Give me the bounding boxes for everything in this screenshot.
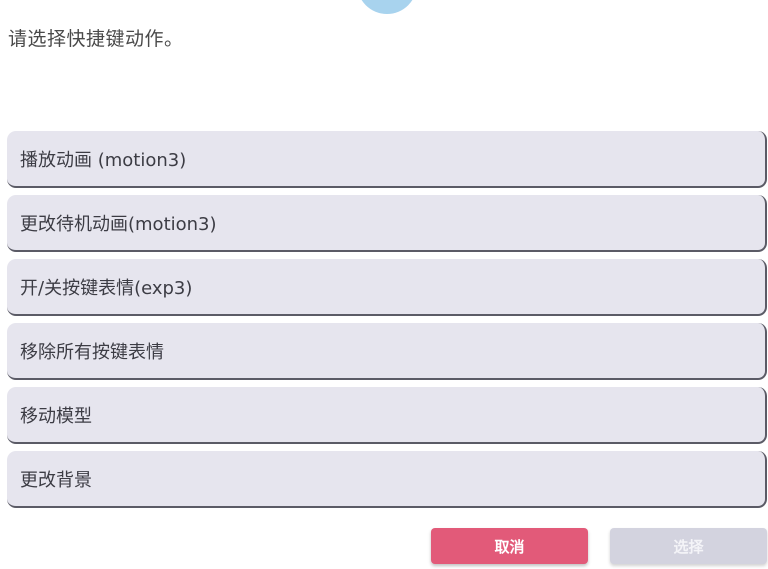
info-icon	[357, 0, 417, 14]
option-label: 开/关按键表情(exp3)	[20, 277, 193, 299]
option-label: 移动模型	[20, 405, 92, 427]
option-change-background[interactable]: 更改背景	[7, 451, 767, 508]
option-label: 移除所有按键表情	[20, 341, 164, 363]
select-button[interactable]: 选择	[610, 528, 767, 564]
option-label: 更改背景	[20, 469, 92, 491]
option-change-idle-animation[interactable]: 更改待机动画(motion3)	[7, 195, 767, 252]
option-remove-all-expressions[interactable]: 移除所有按键表情	[7, 323, 767, 380]
option-label: 更改待机动画(motion3)	[20, 213, 217, 235]
option-label: 播放动画 (motion3)	[20, 149, 187, 171]
option-play-animation[interactable]: 播放动画 (motion3)	[7, 131, 767, 188]
dialog-prompt: 请选择快捷键动作。	[8, 28, 184, 50]
cancel-button[interactable]: 取消	[431, 528, 588, 564]
option-move-model[interactable]: 移动模型	[7, 387, 767, 444]
action-options-list: 播放动画 (motion3) 更改待机动画(motion3) 开/关按键表情(e…	[7, 131, 767, 515]
hotkey-action-dialog: 请选择快捷键动作。 播放动画 (motion3) 更改待机动画(motion3)…	[0, 0, 768, 569]
option-toggle-expression[interactable]: 开/关按键表情(exp3)	[7, 259, 767, 316]
